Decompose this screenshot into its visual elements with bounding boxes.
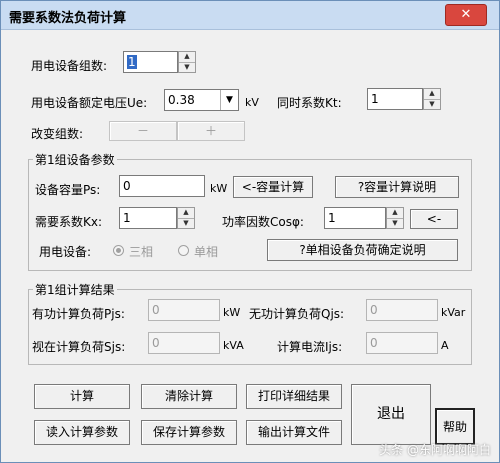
save-params-button[interactable]: 保存计算参数 bbox=[141, 420, 237, 445]
qjs-unit: kVar bbox=[441, 306, 466, 319]
simult-coef-label: 同时系数Kt: bbox=[277, 96, 342, 110]
single-phase-label: 单相 bbox=[194, 245, 219, 259]
window-title: 需要系数法负荷计算 bbox=[9, 11, 127, 26]
kx-input[interactable]: 1 bbox=[119, 207, 177, 229]
three-phase-radio[interactable] bbox=[113, 245, 124, 256]
single-phase-help-button[interactable]: ?单相设备负荷确定说明 bbox=[267, 239, 458, 261]
qjs-output: 0 bbox=[366, 299, 438, 321]
group-count-input[interactable]: 1 bbox=[123, 51, 178, 73]
voltage-unit: kV bbox=[245, 96, 259, 109]
simult-coef-input[interactable]: 1 bbox=[367, 88, 423, 110]
spin-up-icon[interactable]: ▲ bbox=[179, 52, 195, 63]
spin-down-icon[interactable]: ▼ bbox=[179, 63, 195, 73]
title-bar: 需要系数法负荷计算 ✕ bbox=[1, 1, 499, 30]
voltage-label: 用电设备额定电压Ue: bbox=[31, 96, 148, 110]
sjs-unit: kVA bbox=[223, 339, 244, 352]
spin-up-icon[interactable]: ▲ bbox=[387, 208, 403, 219]
group-count-label: 用电设备组数: bbox=[31, 59, 108, 73]
spin-down-icon[interactable]: ▼ bbox=[424, 100, 440, 110]
exit-button[interactable]: 退出 bbox=[351, 384, 431, 445]
voltage-select[interactable]: 0.38 ▼ bbox=[164, 89, 239, 111]
power-factor-input[interactable]: 1 bbox=[324, 207, 386, 229]
close-button[interactable]: ✕ bbox=[445, 4, 487, 26]
simult-coef-spinner[interactable]: ▲ ▼ bbox=[423, 88, 441, 110]
power-factor-spinner[interactable]: ▲ ▼ bbox=[386, 207, 404, 229]
pjs-label: 有功计算负荷Pjs: bbox=[32, 307, 125, 321]
watermark-text: 头条 @东阿啊啊阿白 bbox=[379, 443, 491, 457]
ijs-output: 0 bbox=[366, 332, 438, 354]
pjs-output: 0 bbox=[148, 299, 220, 321]
power-factor-apply-button[interactable]: <- bbox=[410, 209, 458, 229]
capacity-help-button[interactable]: ?容量计算说明 bbox=[335, 176, 459, 198]
load-params-button[interactable]: 读入计算参数 bbox=[34, 420, 130, 445]
sjs-output: 0 bbox=[148, 332, 220, 354]
group-count-spinner[interactable]: ▲ ▼ bbox=[178, 51, 196, 73]
dropdown-arrow-icon[interactable]: ▼ bbox=[220, 90, 238, 110]
capacity-calc-button[interactable]: <-容量计算 bbox=[233, 176, 313, 198]
sjs-label: 视在计算负荷Sjs: bbox=[32, 340, 126, 354]
ijs-unit: A bbox=[441, 339, 449, 352]
result-group-title: 第1组计算结果 bbox=[33, 281, 117, 298]
dialog-window: 需要系数法负荷计算 ✕ 用电设备组数: 1 ▲ ▼ 用电设备额定电压Ue: 0.3… bbox=[0, 0, 500, 463]
help-button[interactable]: 帮助 bbox=[435, 408, 475, 445]
device-params-title: 第1组设备参数 bbox=[33, 151, 117, 168]
clear-calculation-button[interactable]: 清除计算 bbox=[141, 384, 237, 409]
voltage-value: 0.38 bbox=[168, 93, 195, 107]
capacity-input[interactable]: 0 bbox=[119, 175, 205, 197]
capacity-label: 设备容量Ps: bbox=[35, 183, 101, 197]
spin-down-icon[interactable]: ▼ bbox=[387, 219, 403, 229]
pjs-unit: kW bbox=[223, 306, 241, 319]
capacity-unit: kW bbox=[210, 182, 228, 195]
spin-down-icon[interactable]: ▼ bbox=[178, 219, 194, 229]
power-factor-label: 功率因数Cosφ: bbox=[222, 215, 304, 229]
change-count-label: 改变组数: bbox=[31, 127, 84, 141]
kx-spinner[interactable]: ▲ ▼ bbox=[177, 207, 195, 229]
calculate-button[interactable]: 计算 bbox=[34, 384, 130, 409]
print-results-button[interactable]: 打印详细结果 bbox=[246, 384, 342, 409]
three-phase-label: 三相 bbox=[129, 245, 154, 259]
single-phase-radio[interactable] bbox=[178, 245, 189, 256]
kx-label: 需要系数Kx: bbox=[35, 215, 103, 229]
equipment-type-label: 用电设备: bbox=[39, 245, 92, 259]
spin-up-icon[interactable]: ▲ bbox=[424, 89, 440, 100]
ijs-label: 计算电流Ijs: bbox=[277, 340, 343, 354]
export-file-button[interactable]: 输出计算文件 bbox=[246, 420, 342, 445]
decrease-group-button[interactable]: － bbox=[109, 121, 177, 141]
increase-group-button[interactable]: ＋ bbox=[177, 121, 245, 141]
spin-up-icon[interactable]: ▲ bbox=[178, 208, 194, 219]
qjs-label: 无功计算负荷Qjs: bbox=[249, 307, 345, 321]
